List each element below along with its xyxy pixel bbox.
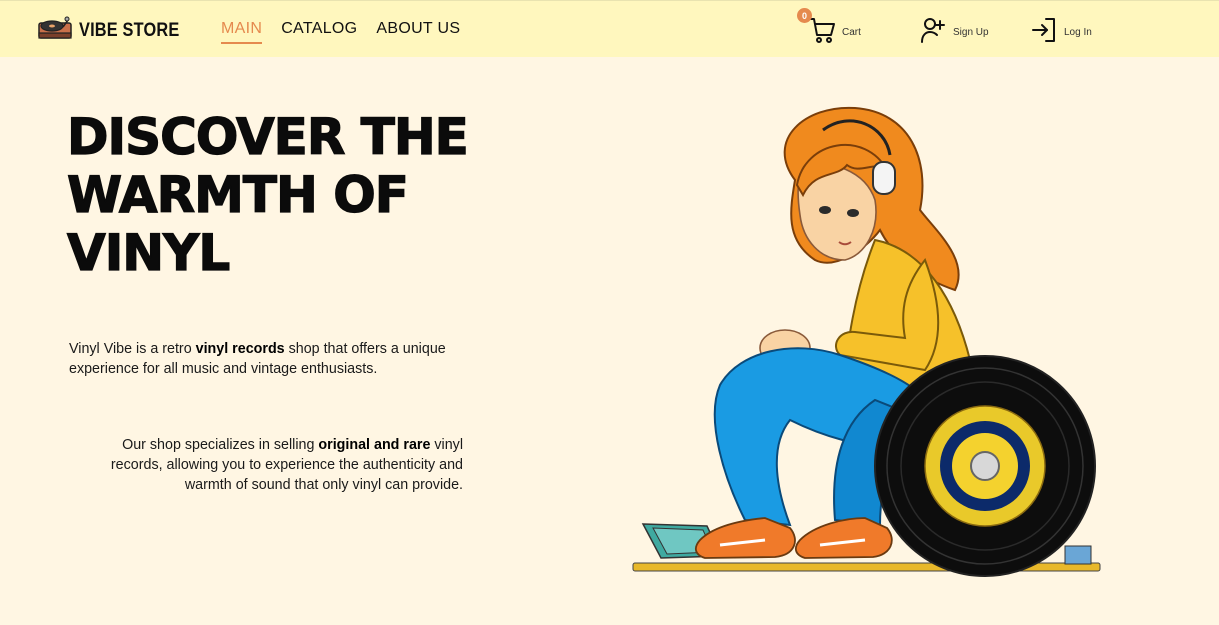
cart-icon <box>808 15 836 49</box>
specialty-text-bold: original and rare <box>318 437 431 453</box>
hero-title-line: VINYL <box>66 223 231 282</box>
hero-title-line: DISCOVER THE <box>66 107 469 166</box>
specialty-text-start: Our shop specializes in selling <box>122 437 319 453</box>
log-in-label: Log In <box>1064 26 1092 38</box>
cart-label: Cart <box>842 26 861 38</box>
nav-main[interactable]: MAIN <box>221 20 263 44</box>
intro-paragraph: Vinyl Vibe is a retro vinyl records shop… <box>69 339 469 379</box>
hero-illustration <box>625 100 1105 580</box>
hero-title: DISCOVER THE WARMTH OF VINYL <box>66 107 469 282</box>
user-plus-icon <box>919 15 947 49</box>
nav-catalog[interactable]: CATALOG <box>281 20 357 44</box>
site-header: VIBE STORE MAIN CATALOG ABOUT US 0 Cart … <box>0 0 1219 57</box>
nav-about-us[interactable]: ABOUT US <box>376 20 460 44</box>
log-in-button[interactable]: Log In <box>1030 15 1092 49</box>
intro-text-bold: vinyl records <box>195 341 285 357</box>
login-icon <box>1030 15 1058 49</box>
cart-button[interactable]: 0 Cart <box>797 8 861 49</box>
main-nav: MAIN CATALOG ABOUT US <box>221 20 479 44</box>
brand-name: VIBE STORE <box>79 20 180 41</box>
sign-up-label: Sign Up <box>953 26 989 38</box>
hero-title-line: WARMTH OF <box>66 165 409 224</box>
turntable-icon <box>37 14 73 48</box>
cart-count-badge: 0 <box>797 8 812 23</box>
sign-up-button[interactable]: Sign Up <box>919 15 989 49</box>
specialty-paragraph: Our shop specializes in selling original… <box>69 435 463 495</box>
brand-logo[interactable]: VIBE STORE <box>37 14 196 48</box>
intro-text-start: Vinyl Vibe is a retro <box>69 341 196 357</box>
